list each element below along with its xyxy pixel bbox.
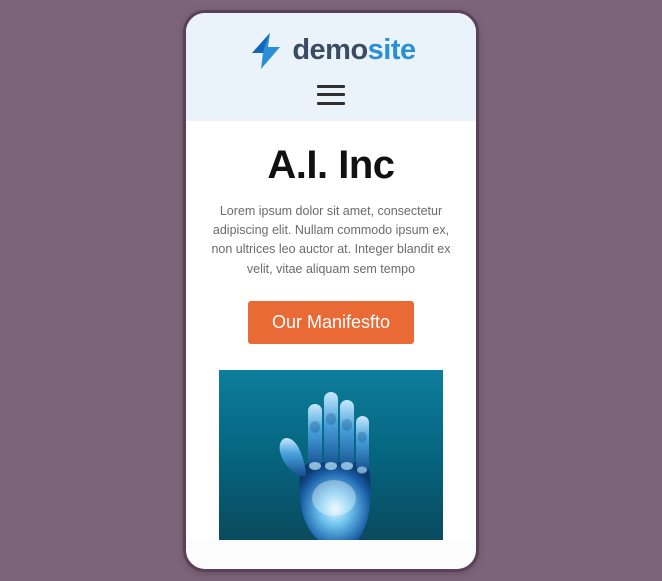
page-title: A.I. Inc xyxy=(206,143,456,188)
hero-image xyxy=(219,370,443,540)
logo-text-suffix: site xyxy=(368,34,416,66)
site-logo[interactable]: demosite xyxy=(246,31,415,71)
mobile-device-frame: demosite A.I. Inc Lorem ipsum dolor sit … xyxy=(183,10,479,572)
lightning-icon xyxy=(246,31,286,71)
hand-icon xyxy=(266,380,396,540)
intro-paragraph: Lorem ipsum dolor sit amet, consectetur … xyxy=(206,202,456,280)
logo-text: demosite xyxy=(292,34,415,67)
site-header: demosite xyxy=(186,13,476,121)
hamburger-menu-icon[interactable] xyxy=(317,85,345,105)
main-content: A.I. Inc Lorem ipsum dolor sit amet, con… xyxy=(186,121,476,541)
manifesto-button[interactable]: Our Manifesfto xyxy=(248,301,414,344)
logo-text-prefix: demo xyxy=(292,34,367,66)
